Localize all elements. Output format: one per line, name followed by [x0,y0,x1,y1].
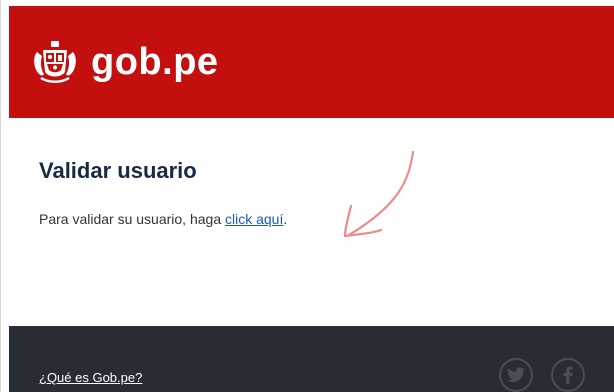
logo-wordmark: gob.pe [91,41,219,83]
main-content: Validar usuario Para validar su usuario,… [9,118,614,326]
validation-message: Para validar su usuario, haga click aquí… [39,211,287,227]
email-page: gob.pe Validar usuario Para validar su u… [0,0,614,392]
gob-pe-logo[interactable]: gob.pe [31,38,219,86]
about-gob-pe-link[interactable]: ¿Qué es Gob.pe? [39,370,142,385]
facebook-icon[interactable] [551,358,585,392]
footer: ¿Qué es Gob.pe? [9,326,614,392]
message-suffix: . [283,211,288,227]
coat-of-arms-icon [31,38,79,86]
header-banner: gob.pe [9,6,614,118]
message-prefix: Para validar su usuario, haga [39,211,225,227]
page-title: Validar usuario [39,158,197,183]
twitter-icon[interactable] [499,358,533,392]
validate-link[interactable]: click aquí [225,211,283,227]
